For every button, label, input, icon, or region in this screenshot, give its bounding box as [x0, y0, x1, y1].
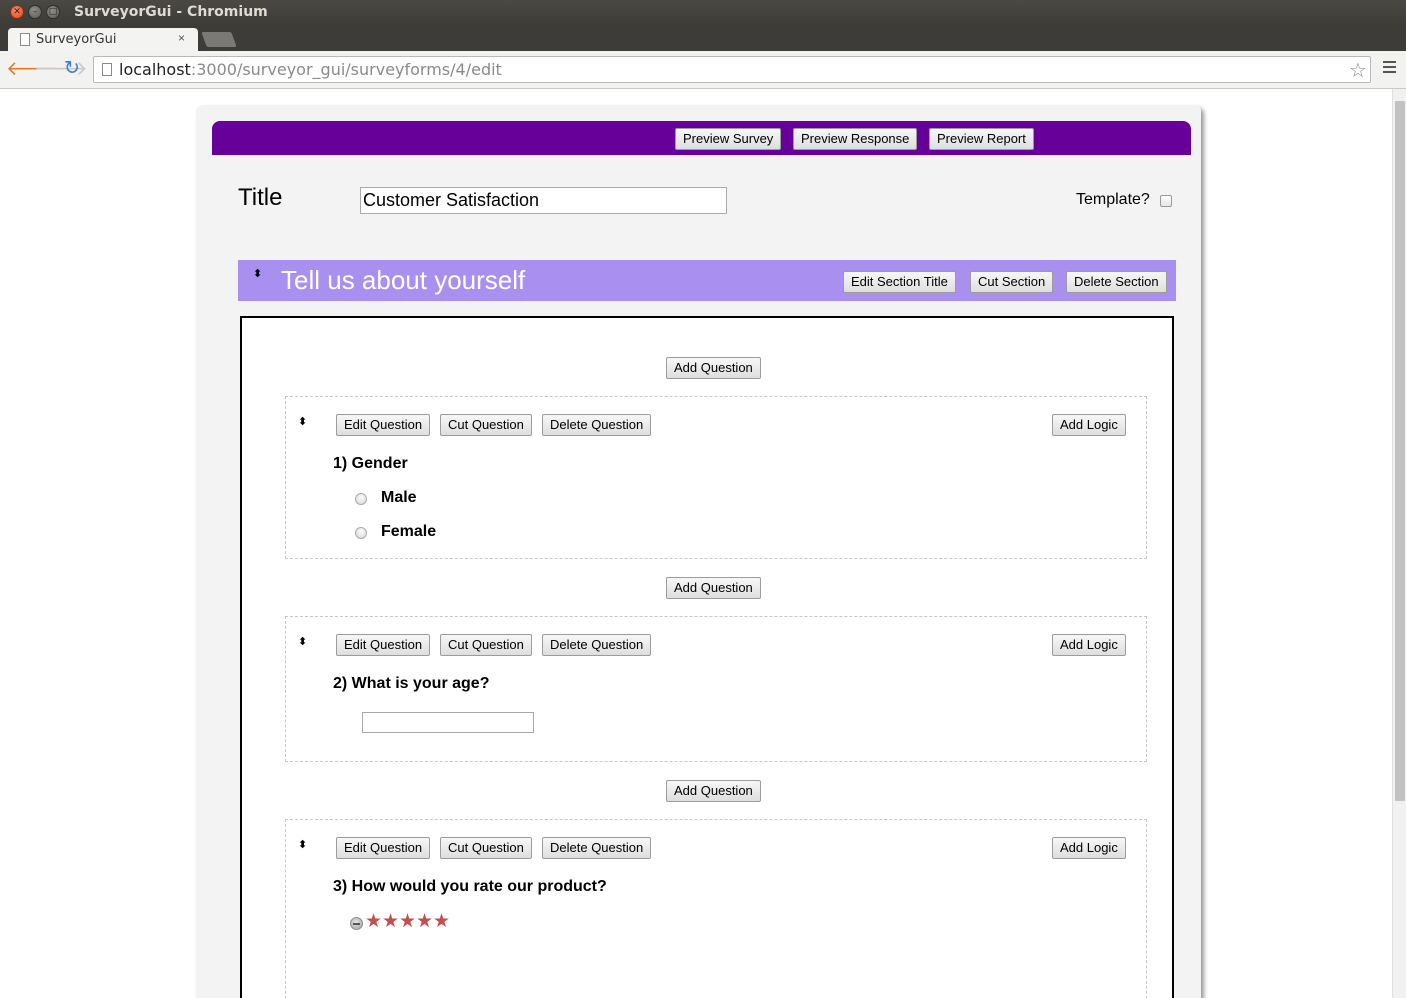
close-icon: ✕ [13, 7, 21, 17]
preview-report-button[interactable]: Preview Report [929, 128, 1034, 150]
age-input[interactable] [362, 712, 534, 733]
url-host: localhost [119, 60, 191, 79]
minimize-icon: – [32, 7, 38, 17]
window-maximize-button[interactable]: □ [46, 5, 60, 19]
window-title: SurveyorGui - Chromium [74, 4, 268, 20]
delete-question-button[interactable]: Delete Question [542, 634, 652, 656]
url-path: :3000/surveyor_gui/surveyforms/4/edit [190, 60, 502, 79]
drag-handle-icon[interactable]: ⬍ [298, 636, 307, 648]
add-logic-button[interactable]: Add Logic [1052, 837, 1126, 859]
star-icon[interactable]: ★ [382, 912, 399, 931]
cut-question-button[interactable]: Cut Question [440, 414, 532, 436]
radio-female[interactable] [355, 527, 367, 539]
bookmark-star-icon[interactable]: ☆ [1349, 58, 1367, 83]
question-text: 3) How would you rate our product? [333, 878, 607, 895]
cancel-rating-icon[interactable] [350, 917, 363, 930]
radio-label-female: Female [381, 523, 437, 540]
add-question-button[interactable]: Add Question [666, 780, 761, 802]
question-text: 2) What is your age? [333, 675, 490, 692]
menu-icon[interactable] [1383, 61, 1396, 76]
address-bar[interactable]: localhost:3000/surveyor_gui/surveyforms/… [93, 56, 1371, 83]
page-icon [102, 63, 112, 76]
add-logic-button[interactable]: Add Logic [1052, 414, 1126, 436]
tab-strip: SurveyorGui × [0, 25, 1406, 52]
cut-section-button[interactable]: Cut Section [970, 271, 1054, 293]
reload-icon[interactable]: ↻ [64, 57, 80, 81]
new-tab-button[interactable] [201, 32, 237, 47]
drag-handle-icon[interactable]: ⬍ [298, 416, 307, 428]
section-header: ⬍ Tell us about yourself Edit Section Ti… [238, 260, 1176, 301]
add-logic-button[interactable]: Add Logic [1052, 634, 1126, 656]
tab-title: SurveyorGui [36, 32, 117, 47]
template-checkbox[interactable] [1160, 195, 1172, 207]
edit-question-button[interactable]: Edit Question [336, 634, 431, 656]
drag-handle-icon[interactable]: ⬍ [253, 268, 262, 280]
browser-tab[interactable]: SurveyorGui × [8, 28, 198, 52]
template-label: Template? [1076, 191, 1150, 208]
cut-question-button[interactable]: Cut Question [440, 837, 532, 859]
add-question-button[interactable]: Add Question [666, 577, 761, 599]
preview-response-button[interactable]: Preview Response [793, 128, 918, 150]
delete-question-button[interactable]: Delete Question [542, 837, 652, 859]
maximize-icon: □ [48, 7, 58, 17]
star-icon[interactable]: ★ [399, 912, 416, 931]
title-label: Title [238, 184, 283, 211]
radio-male[interactable] [355, 493, 367, 505]
survey-editor: Preview Survey Preview Response Preview … [212, 121, 1191, 998]
star-icon[interactable]: ★ [433, 912, 450, 931]
add-question-button[interactable]: Add Question [666, 357, 761, 379]
title-input[interactable]: Customer Satisfaction [360, 187, 727, 214]
scrollbar-thumb[interactable] [1395, 101, 1405, 801]
browser-toolbar: 🡐 🡒 ↻ localhost:3000/surveyor_gui/survey… [0, 51, 1406, 89]
window-close-button[interactable]: ✕ [10, 5, 24, 19]
page-viewport: Preview Survey Preview Response Preview … [0, 89, 1392, 998]
edit-section-title-button[interactable]: Edit Section Title [843, 271, 956, 293]
vertical-scrollbar[interactable] [1392, 89, 1406, 998]
radio-label-male: Male [381, 489, 417, 506]
star-icon[interactable]: ★ [365, 912, 382, 931]
edit-question-button[interactable]: Edit Question [336, 414, 431, 436]
page-icon [20, 33, 30, 46]
question-card: ⬍ Edit Question Cut Question Delete Ques… [285, 616, 1147, 762]
section-title: Tell us about yourself [281, 265, 526, 295]
edit-question-button[interactable]: Edit Question [336, 837, 431, 859]
section-body: Add Question ⬍ Edit Question Cut Questio… [240, 316, 1174, 998]
preview-survey-button[interactable]: Preview Survey [675, 128, 782, 150]
window-titlebar: ✕ – □ SurveyorGui - Chromium [0, 0, 1406, 25]
cut-question-button[interactable]: Cut Question [440, 634, 532, 656]
drag-handle-icon[interactable]: ⬍ [298, 839, 307, 851]
delete-section-button[interactable]: Delete Section [1066, 271, 1167, 293]
window-minimize-button[interactable]: – [28, 5, 42, 19]
header-bar: Preview Survey Preview Response Preview … [212, 121, 1191, 155]
url-text[interactable]: localhost:3000/surveyor_gui/surveyforms/… [119, 60, 502, 79]
question-card: ⬍ Edit Question Cut Question Delete Ques… [285, 819, 1147, 998]
question-card: ⬍ Edit Question Cut Question Delete Ques… [285, 396, 1147, 559]
star-icon[interactable]: ★ [416, 912, 433, 931]
question-text: 1) Gender [333, 455, 408, 472]
delete-question-button[interactable]: Delete Question [542, 414, 652, 436]
tab-close-icon[interactable]: × [178, 31, 185, 45]
